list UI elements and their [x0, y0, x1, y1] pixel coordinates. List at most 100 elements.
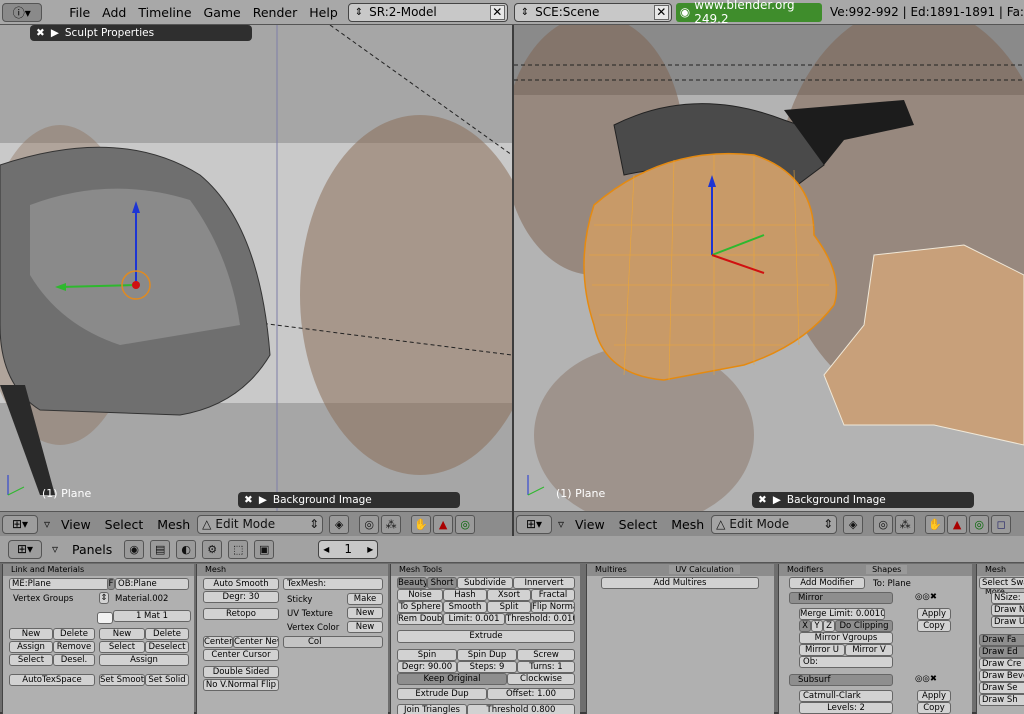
editing-icon[interactable]: ⬚	[228, 539, 249, 559]
menu-timeline[interactable]: Timeline	[132, 0, 197, 25]
fractal-button[interactable]: Fractal	[531, 589, 575, 601]
menu-add[interactable]: Add	[96, 0, 132, 25]
uv-texture-new-button[interactable]: New	[347, 607, 383, 619]
vgroup-deselect-button[interactable]: Desel.	[53, 654, 95, 666]
mat-delete-button[interactable]: Delete	[145, 628, 189, 640]
logic-icon[interactable]: ◉	[124, 539, 145, 559]
vgroup-select-button[interactable]: Select	[9, 654, 53, 666]
hand-icon[interactable]: ✋	[411, 514, 432, 534]
draw-edges-toggle[interactable]: Draw Ed	[979, 646, 1024, 658]
menu-view[interactable]: View	[54, 512, 98, 537]
background-image-panel[interactable]: ✖ ▶ Background Image	[238, 492, 460, 508]
autotexspace-button[interactable]: AutoTexSpace	[9, 674, 95, 686]
next-icon[interactable]: ▸	[367, 542, 373, 556]
scale-icon[interactable]: ◎	[455, 514, 476, 534]
background-image-panel[interactable]: ✖ ▶ Background Image	[752, 492, 974, 508]
screw-button[interactable]: Screw	[517, 649, 575, 661]
menu-view[interactable]: View	[568, 512, 612, 537]
vgroup-delete-button[interactable]: Delete	[53, 628, 95, 640]
vgroup-menu-icon[interactable]: ⇕	[99, 592, 109, 604]
extrude-dup-button[interactable]: Extrude Dup	[397, 688, 487, 700]
collapse-icon[interactable]: ▿	[554, 517, 568, 531]
beauty-toggle[interactable]: Beauty	[397, 577, 427, 589]
axis-y-toggle[interactable]: Y	[811, 620, 823, 632]
subsurf-levels-field[interactable]: Levels: 2	[799, 702, 893, 714]
mirror-object-field[interactable]: Ob:	[799, 656, 893, 668]
draw-seams-toggle[interactable]: Draw Se	[979, 682, 1024, 694]
editor-type-button[interactable]: ⓘ▾	[2, 2, 42, 22]
mat-new-button[interactable]: New	[99, 628, 145, 640]
widget-icon[interactable]: ⁂	[381, 514, 402, 534]
short-toggle[interactable]: Short	[427, 577, 457, 589]
rotate-icon[interactable]: ▲	[947, 514, 968, 534]
menu-select[interactable]: Select	[612, 512, 665, 537]
draw-type-icon[interactable]: ◈	[329, 514, 350, 534]
right-3d-viewport[interactable]: (1) Plane ✖ ▶ Background Image	[514, 25, 1024, 511]
set-solid-button[interactable]: Set Solid	[145, 674, 189, 686]
mirror-vgroups-toggle[interactable]: Mirror Vgroups	[799, 632, 893, 644]
pivot-icon[interactable]: ◎	[873, 514, 894, 534]
mirror-modifier-header[interactable]: Mirror	[789, 592, 893, 604]
subsurf-move-icons[interactable]: ◎◎✖	[915, 674, 937, 684]
mode-selector[interactable]: △ Edit Mode ⇕	[711, 514, 838, 534]
offset-field[interactable]: Offset: 1.00	[487, 688, 575, 700]
close-icon[interactable]: ✖	[758, 494, 767, 506]
object-icon[interactable]: ⚙	[202, 539, 223, 559]
scene-icon[interactable]: ▣	[254, 539, 275, 559]
steps-field[interactable]: Steps: 9	[457, 661, 517, 673]
merge-limit-field[interactable]: Merge Limit: 0.0010	[799, 608, 885, 620]
menu-select[interactable]: Select	[98, 512, 151, 537]
subsurf-copy-button[interactable]: Copy	[917, 702, 951, 714]
editor-type-button[interactable]: ⊞▾	[516, 514, 552, 534]
draw-uv-toggle[interactable]: Draw UV	[991, 616, 1024, 628]
editor-type-button[interactable]: ⊞▾	[8, 539, 42, 559]
close-icon[interactable]: ✖	[36, 27, 45, 39]
mat-select-button[interactable]: Select	[99, 641, 145, 653]
modifier-move-icons[interactable]: ◎◎✖	[915, 592, 937, 602]
vertex-color-layer[interactable]: Col	[283, 636, 383, 648]
add-modifier-menu[interactable]: Add Modifier	[789, 577, 865, 589]
widget-icon[interactable]: ⁂	[895, 514, 916, 534]
menu-mesh[interactable]: Mesh	[664, 512, 711, 537]
close-icon[interactable]: ✕	[489, 4, 505, 20]
draw-bevel-toggle[interactable]: Draw Bevel	[979, 670, 1024, 682]
close-icon[interactable]: ✖	[244, 494, 253, 506]
mirror-u-toggle[interactable]: Mirror U	[799, 644, 845, 656]
spin-dup-button[interactable]: Spin Dup	[457, 649, 517, 661]
threshold-field[interactable]: Threshold: 0.010	[505, 613, 575, 625]
innervert-button[interactable]: Innervert	[513, 577, 575, 589]
shading-icon[interactable]: ◐	[176, 539, 197, 559]
vgroup-assign-button[interactable]: Assign	[9, 641, 53, 653]
mat-deselect-button[interactable]: Deselect	[145, 641, 189, 653]
auto-smooth-button[interactable]: Auto Smooth	[203, 578, 279, 590]
prev-icon[interactable]: ◂	[323, 542, 329, 556]
smooth-degr-field[interactable]: Degr: 30	[203, 591, 279, 603]
material-color-swatch[interactable]	[97, 612, 113, 624]
vgroup-remove-button[interactable]: Remove	[53, 641, 95, 653]
mirror-apply-button[interactable]: Apply	[917, 608, 951, 620]
pivot-icon[interactable]: ◎	[359, 514, 380, 534]
blender-url[interactable]: ◉ www.blender.org 249.2	[675, 0, 822, 26]
draw-sharp-toggle[interactable]: Draw Sh	[979, 694, 1024, 706]
draw-creases-toggle[interactable]: Draw Cre	[979, 658, 1024, 670]
join-triangles-button[interactable]: Join Triangles	[397, 704, 467, 714]
nsize-field[interactable]: NSize:	[991, 592, 1024, 604]
script-icon[interactable]: ▤	[150, 539, 171, 559]
clockwise-toggle[interactable]: Clockwise	[507, 673, 575, 685]
material-slot-field[interactable]: 1 Mat 1	[113, 610, 191, 622]
mesh-name-field[interactable]: ME:Plane	[9, 578, 109, 590]
texmesh-field[interactable]: TexMesh:	[283, 578, 383, 590]
sticky-make-button[interactable]: Make	[347, 593, 383, 605]
subsurf-type-menu[interactable]: Catmull-Clark	[799, 690, 893, 702]
close-icon[interactable]: ✕	[653, 4, 669, 20]
mirror-copy-button[interactable]: Copy	[917, 620, 951, 632]
set-smooth-button[interactable]: Set Smooth	[99, 674, 145, 686]
left-3d-viewport[interactable]: ✖ ▶ Sculpt Properties (1) Plane ✖ ▶ Back…	[0, 25, 512, 511]
join-threshold-field[interactable]: Threshold 0.800	[467, 704, 575, 714]
spin-degr-field[interactable]: Degr: 90.00	[397, 661, 457, 673]
menu-mesh[interactable]: Mesh	[150, 512, 197, 537]
to-sphere-button[interactable]: To Sphere	[397, 601, 443, 613]
xsort-button[interactable]: Xsort	[487, 589, 531, 601]
axis-x-toggle[interactable]: X	[799, 620, 811, 632]
vgroup-new-button[interactable]: New	[9, 628, 53, 640]
